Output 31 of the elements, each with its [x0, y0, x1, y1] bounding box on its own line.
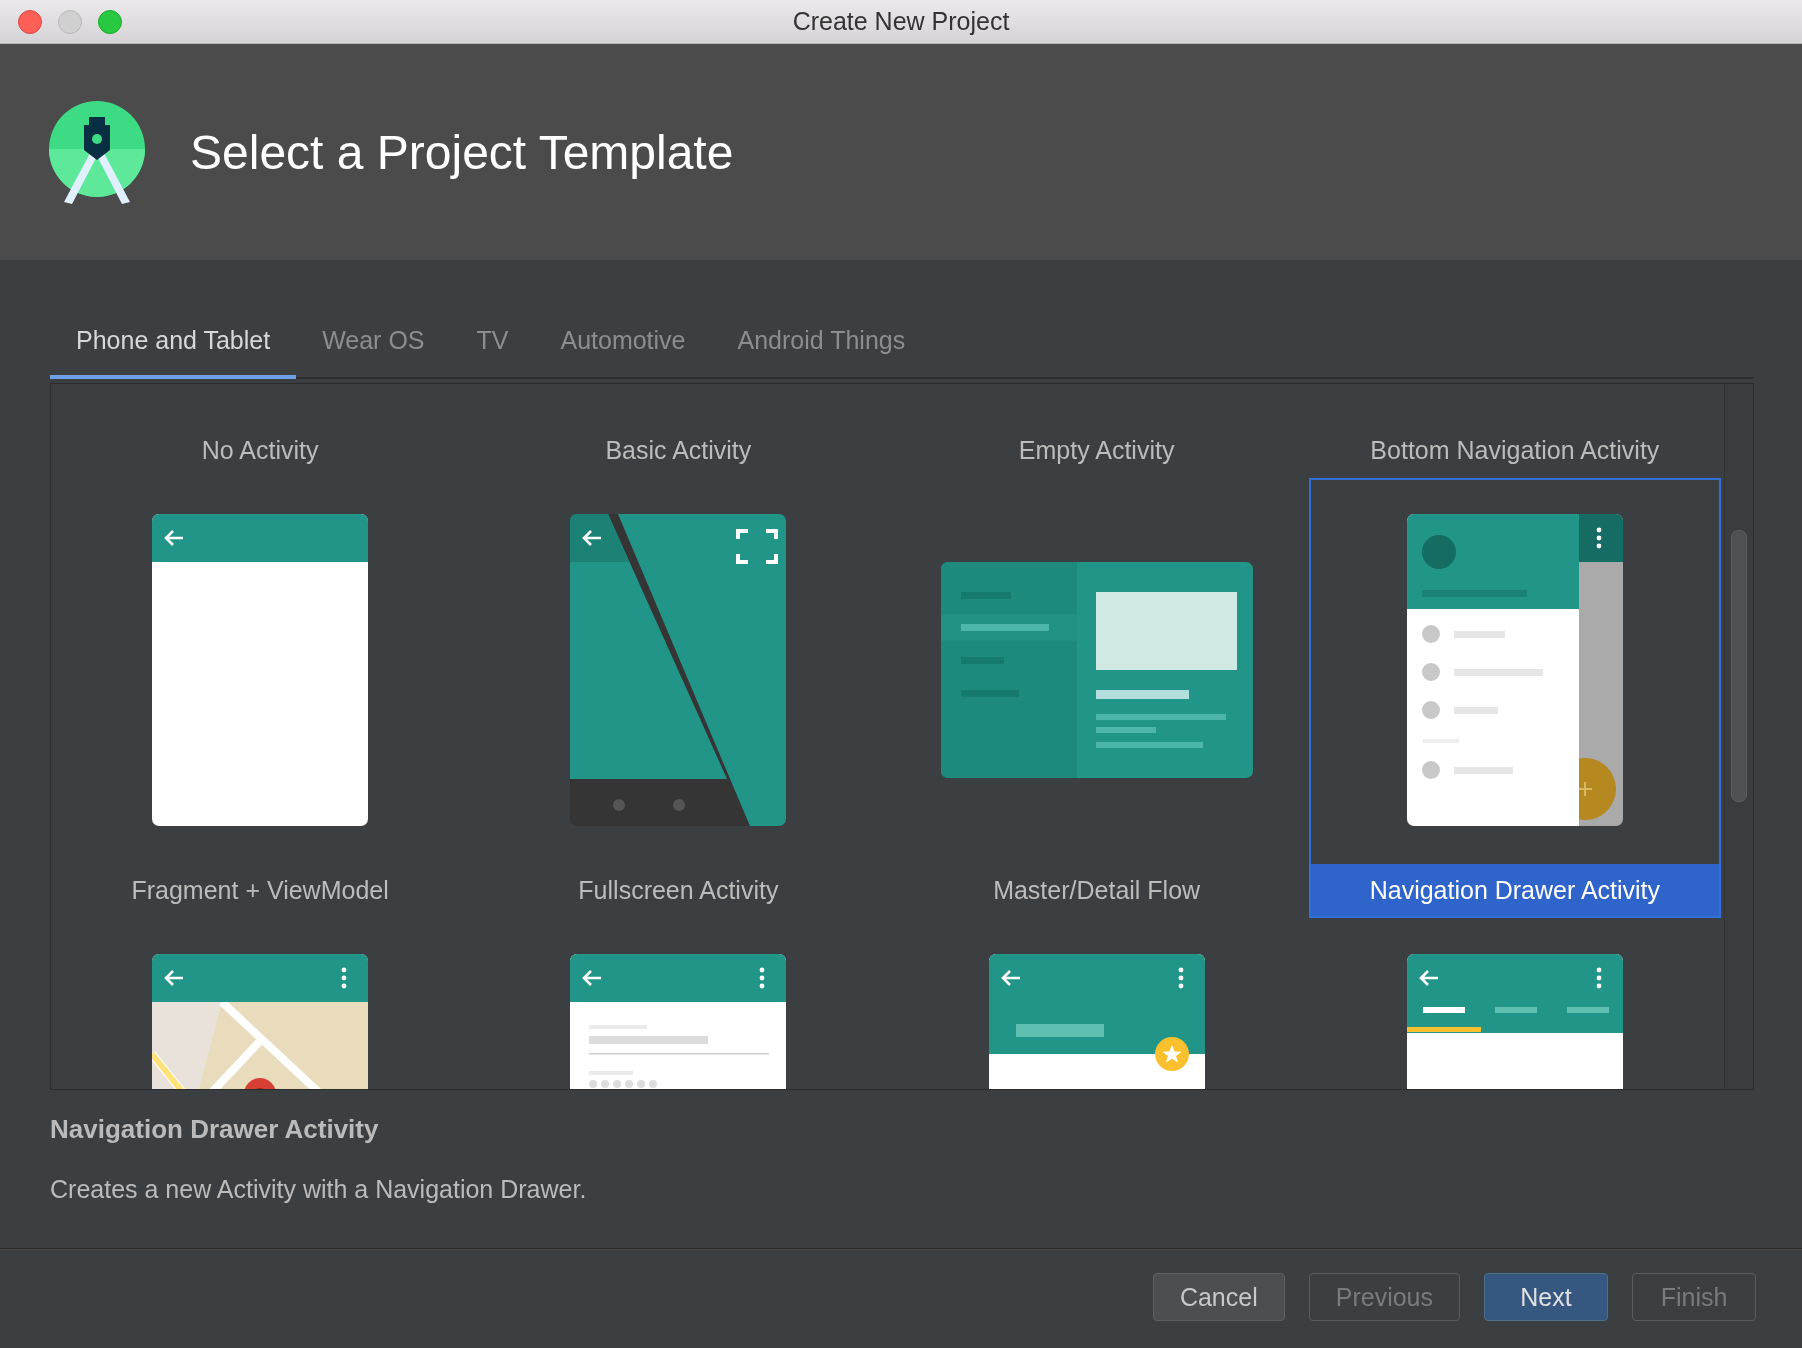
template-card[interactable]: Navigation Drawer Activity	[1308, 478, 1721, 918]
template-label: Master/Detail Flow	[992, 875, 1202, 906]
template-card[interactable]: Empty Activity	[890, 384, 1303, 478]
zoom-icon[interactable]	[98, 10, 122, 34]
template-label: Basic Activity	[604, 435, 753, 466]
template-description: Creates a new Activity with a Navigation Drawer.	[50, 1175, 588, 1204]
tab[interactable]: Wear OS	[296, 310, 451, 379]
dialog-button[interactable]: Cancel	[1152, 1273, 1285, 1321]
template-label: Fullscreen Activity	[577, 875, 780, 906]
scrollbar-thumb[interactable]	[1731, 530, 1747, 802]
template-label: Bottom Navigation Activity	[1369, 435, 1661, 466]
template-card[interactable]: Basic Activity	[472, 384, 885, 478]
compass-logo-icon	[48, 100, 146, 204]
tab[interactable]: TV	[450, 310, 535, 379]
template-label: Empty Activity	[1017, 435, 1176, 466]
template-card[interactable]: Bottom Navigation Activity	[1308, 384, 1721, 478]
template-card[interactable]: Fullscreen Activity	[472, 478, 885, 918]
template-card[interactable]: No Activity	[54, 384, 467, 478]
tab[interactable]: Automotive	[534, 310, 712, 379]
page-title: Select a Project Template	[190, 124, 734, 180]
dialog-button[interactable]: Next	[1484, 1273, 1608, 1321]
template-card[interactable]: Fragment + ViewModel	[54, 478, 467, 918]
window-title: Create New Project	[792, 7, 1010, 36]
template-title: Navigation Drawer Activity	[50, 1114, 380, 1145]
template-label: Navigation Drawer Activity	[1310, 864, 1719, 916]
template-card[interactable]: Master/Detail Flow	[890, 478, 1303, 918]
tab[interactable]: Android Things	[711, 310, 932, 379]
tab[interactable]: Phone and Tablet	[50, 310, 297, 379]
template-label: Fragment + ViewModel	[130, 875, 390, 906]
close-icon[interactable]	[18, 10, 42, 34]
template-label: No Activity	[200, 435, 320, 466]
